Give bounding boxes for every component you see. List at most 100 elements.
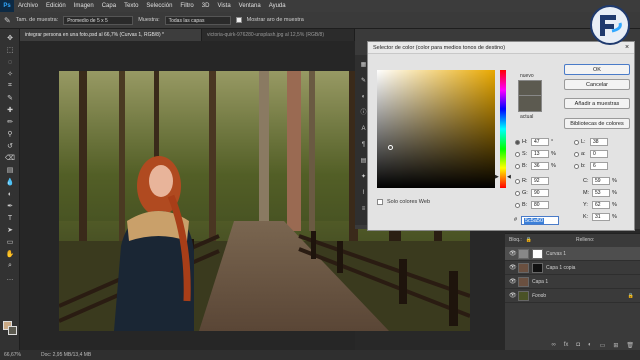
lab-b-radio[interactable]: [574, 163, 579, 169]
more-tools-icon[interactable]: …: [4, 273, 16, 283]
visibility-eye-icon[interactable]: 👁: [509, 264, 517, 271]
lab-l-radio[interactable]: [574, 139, 579, 145]
saturation-field[interactable]: 13: [531, 150, 549, 158]
hex-field[interactable]: 5c5a50: [521, 216, 559, 225]
channel-logo: [590, 5, 630, 45]
menu-archivo[interactable]: Archivo: [14, 0, 42, 12]
blur-tool-icon[interactable]: 💧: [4, 177, 16, 187]
cyan-row: C: 59 %: [583, 177, 617, 185]
link-layers-icon[interactable]: ∞: [551, 342, 555, 351]
web-colors-option: Solo colores Web: [377, 199, 430, 205]
add-to-swatches-button[interactable]: Añadir a muestras: [564, 98, 630, 109]
tab-integrar-persona[interactable]: integrar persona en una foto.psd al 66,7…: [20, 29, 202, 41]
trash-icon[interactable]: 🗑: [626, 342, 634, 351]
visibility-eye-icon[interactable]: 👁: [509, 292, 517, 299]
layer-fondo[interactable]: 👁 Fondo 🔒: [505, 289, 640, 303]
visibility-eye-icon[interactable]: 👁: [509, 278, 517, 285]
visibility-eye-icon[interactable]: 👁: [509, 250, 517, 257]
marquee-tool-icon[interactable]: ⬚: [4, 45, 16, 55]
web-colors-checkbox[interactable]: [377, 199, 383, 205]
move-tool-icon[interactable]: ✥: [4, 33, 16, 43]
brightness-radio[interactable]: [515, 163, 520, 169]
saturation-radio[interactable]: [515, 151, 520, 157]
clone-stamp-tool-icon[interactable]: ⚲: [4, 129, 16, 139]
crop-tool-icon[interactable]: ⌗: [4, 81, 16, 91]
hue-field[interactable]: 47: [531, 138, 549, 146]
layer-style-icon[interactable]: fx: [564, 342, 569, 351]
color-picker-cursor[interactable]: [388, 145, 393, 150]
new-group-icon[interactable]: ▭: [600, 342, 606, 351]
healing-brush-tool-icon[interactable]: ✚: [4, 105, 16, 115]
hue-slider[interactable]: [500, 70, 506, 188]
menu-edicion[interactable]: Edición: [42, 0, 70, 12]
type-tool-icon[interactable]: T: [4, 213, 16, 223]
layer-curvas-1[interactable]: 👁 Curvas 1: [505, 247, 640, 261]
dodge-tool-icon[interactable]: ◐: [4, 189, 16, 199]
hue-radio[interactable]: [515, 139, 520, 145]
hue-label: H:: [522, 139, 528, 145]
background-color-swatch[interactable]: [8, 326, 17, 335]
menu-seleccion[interactable]: Selección: [142, 0, 176, 12]
lasso-tool-icon[interactable]: ◌: [4, 57, 16, 67]
layer-capa-1[interactable]: 👁 Capa 1: [505, 275, 640, 289]
black-unit: %: [612, 214, 617, 220]
menu-texto[interactable]: Texto: [120, 0, 142, 12]
hue-slider-right-arrow[interactable]: ◀: [507, 174, 511, 180]
red-radio[interactable]: [515, 178, 520, 184]
sample-select[interactable]: Todas las capas: [164, 15, 231, 25]
hue-slider-left-arrow[interactable]: ▶: [495, 174, 499, 180]
photoshop-logo-icon[interactable]: Ps: [0, 0, 14, 12]
canvas-area[interactable]: [20, 41, 470, 350]
yellow-field[interactable]: 62: [592, 201, 610, 209]
red-field[interactable]: 92: [531, 177, 549, 185]
brush-tool-icon[interactable]: ✏: [4, 117, 16, 127]
quick-select-tool-icon[interactable]: ✧: [4, 69, 16, 79]
sample-size-select[interactable]: Promedio de 5 x 5: [63, 15, 134, 25]
menu-ventana[interactable]: Ventana: [235, 0, 265, 12]
eyedropper-icon[interactable]: ✎: [4, 16, 11, 25]
gradient-tool-icon[interactable]: ▤: [4, 165, 16, 175]
blue-field[interactable]: 80: [531, 201, 549, 209]
new-adjustment-icon[interactable]: ◐: [588, 342, 592, 351]
add-mask-icon[interactable]: ◘: [576, 342, 580, 351]
cancel-button[interactable]: Cancelar: [564, 79, 630, 90]
magenta-field[interactable]: 53: [592, 189, 610, 197]
black-field[interactable]: 31: [592, 213, 610, 221]
brightness-field[interactable]: 36: [531, 162, 549, 170]
saturation-brightness-field[interactable]: [377, 70, 495, 188]
ok-button[interactable]: OK: [564, 64, 630, 75]
sample-ring-checkbox[interactable]: [235, 17, 242, 23]
layer-lock-icon: 🔒: [627, 292, 634, 299]
history-brush-tool-icon[interactable]: ↺: [4, 141, 16, 151]
zoom-tool-icon[interactable]: ⌕: [4, 261, 16, 271]
current-color-swatch[interactable]: [518, 96, 542, 112]
layer-capa-1-copia[interactable]: 👁 Capa 1 copia: [505, 261, 640, 275]
red-row: R: 92: [515, 177, 549, 185]
lab-b-field[interactable]: 6: [590, 162, 608, 170]
path-selection-tool-icon[interactable]: ➤: [4, 225, 16, 235]
cyan-field[interactable]: 59: [592, 177, 610, 185]
zoom-level[interactable]: 66,67%: [4, 352, 21, 358]
eyedropper-tool-icon[interactable]: ✎: [4, 93, 16, 103]
pen-tool-icon[interactable]: ✒: [4, 201, 16, 211]
menu-vista[interactable]: Vista: [213, 0, 234, 12]
green-radio[interactable]: [515, 190, 520, 196]
hand-tool-icon[interactable]: ✋: [4, 249, 16, 259]
menu-capa[interactable]: Capa: [98, 0, 120, 12]
tab-victoria-quirk[interactable]: victoria-quirk-976280-unsplash.jpg al 12…: [202, 29, 355, 41]
green-field[interactable]: 90: [531, 189, 549, 197]
menu-3d[interactable]: 3D: [198, 0, 214, 12]
rectangle-tool-icon[interactable]: ▭: [4, 237, 16, 247]
lab-l-field[interactable]: 38: [590, 138, 608, 146]
menu-ayuda[interactable]: Ayuda: [265, 0, 290, 12]
lab-b-row: b: 6: [574, 162, 608, 170]
lab-a-radio[interactable]: [574, 151, 579, 157]
blue-radio[interactable]: [515, 202, 520, 208]
eraser-tool-icon[interactable]: ⌫: [4, 153, 16, 163]
lab-a-field[interactable]: 0: [590, 150, 608, 158]
menu-imagen[interactable]: Imagen: [70, 0, 98, 12]
lock-icon[interactable]: 🔒: [526, 237, 532, 243]
color-libraries-button[interactable]: Bibliotecas de colores: [564, 118, 630, 129]
menu-filtro[interactable]: Filtro: [176, 0, 197, 12]
new-layer-icon[interactable]: ⊞: [613, 342, 618, 351]
